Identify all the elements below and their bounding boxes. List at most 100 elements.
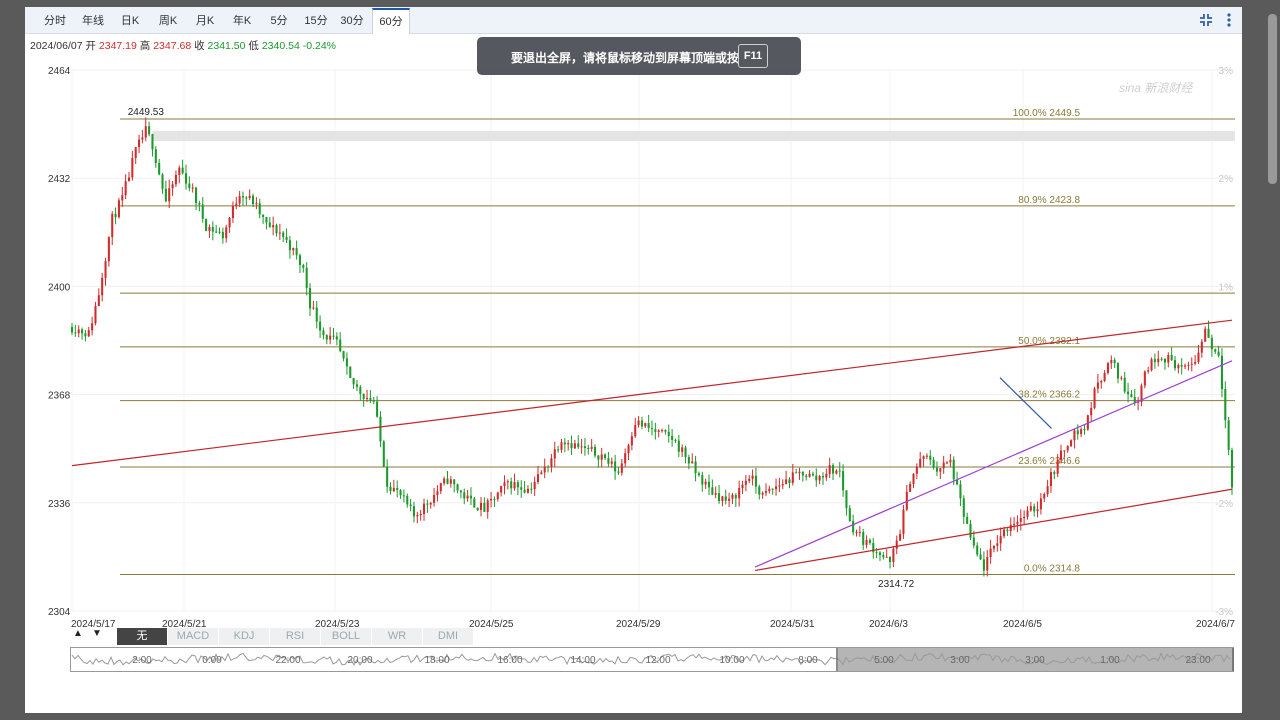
range-navigator[interactable]: 2:00 0:00 22:00 20:00 18:00 16:00 14:00 12:00 10… <box>70 647 1235 673</box>
candle-226 <box>828 457 831 479</box>
pct-tick-label-4: -3% <box>1215 607 1233 618</box>
indicator-6[interactable]: DMI <box>423 628 474 645</box>
candle-29 <box>168 179 171 209</box>
candle-161 <box>610 457 613 468</box>
candle-34 <box>184 164 188 190</box>
indicator-2[interactable]: KDJ <box>219 628 270 645</box>
navigator-time-label-4: 18:00 <box>424 655 449 666</box>
candle-14 <box>117 197 120 219</box>
candle-178 <box>667 424 670 443</box>
tab-5[interactable]: 年K <box>225 9 259 33</box>
candle-225 <box>825 468 828 481</box>
candle-206 <box>761 491 764 499</box>
candle-117 <box>463 488 466 505</box>
candle-102 <box>412 501 416 523</box>
candle-130 <box>506 479 509 490</box>
candle-18 <box>131 150 134 181</box>
candle-121 <box>476 507 479 511</box>
candle-216 <box>795 468 798 474</box>
candle-223 <box>818 474 821 485</box>
candle-331 <box>1180 358 1183 375</box>
indicator-1[interactable]: MACD <box>168 628 219 645</box>
candle-334 <box>1190 357 1193 372</box>
tab-3[interactable]: 周K <box>151 9 185 33</box>
candle-314 <box>1123 371 1126 394</box>
pct-tick-label-3: -2% <box>1215 499 1233 510</box>
compress-icon[interactable] <box>1197 11 1215 29</box>
candle-251 <box>912 473 915 489</box>
candle-246 <box>895 535 898 555</box>
arrow-down-icon[interactable]: ▼ <box>92 628 102 639</box>
tab-1[interactable]: 年线 <box>75 9 111 33</box>
indicator-3[interactable]: RSI <box>270 628 321 645</box>
candle-221 <box>811 471 814 477</box>
candle-298 <box>1070 439 1073 447</box>
candle-3 <box>81 327 84 340</box>
candle-316 <box>1130 389 1133 398</box>
candle-75 <box>322 327 325 340</box>
candle-23 <box>148 121 151 137</box>
arrow-up-icon[interactable]: ▲ <box>73 628 83 639</box>
tab-7[interactable]: 15分 <box>299 9 333 33</box>
candle-190 <box>707 474 711 496</box>
candle-36 <box>191 183 194 193</box>
candle-194 <box>721 495 724 507</box>
candle-126 <box>493 496 496 507</box>
candle-250 <box>909 481 912 493</box>
candle-127 <box>496 491 499 502</box>
candle-112 <box>446 471 449 485</box>
candle-181 <box>677 434 680 458</box>
candle-210 <box>775 478 778 496</box>
page-scrollbar[interactable] <box>1268 14 1277 184</box>
candle-118 <box>466 489 469 502</box>
more-vertical-icon[interactable] <box>1220 11 1238 29</box>
candle-68 <box>298 253 302 274</box>
candle-227 <box>832 463 835 481</box>
candle-84 <box>352 378 355 389</box>
indicator-5[interactable]: WR <box>372 628 423 645</box>
candle-95 <box>389 482 392 495</box>
candle-65 <box>288 236 291 259</box>
candle-193 <box>718 484 721 504</box>
candle-188 <box>701 471 704 492</box>
indicator-4[interactable]: BOLL <box>321 628 372 645</box>
candle-154 <box>587 444 590 455</box>
tab-0[interactable]: 分时 <box>37 9 73 33</box>
candle-266 <box>962 495 965 525</box>
candle-140 <box>540 470 543 475</box>
tab-8[interactable]: 30分 <box>335 9 369 33</box>
candle-81 <box>342 350 345 362</box>
candle-41 <box>208 224 211 239</box>
candle-257 <box>932 456 935 470</box>
candle-285 <box>1026 506 1029 520</box>
tab-2[interactable]: 日K <box>113 9 147 33</box>
candle-305 <box>1093 386 1096 410</box>
candle-254 <box>922 455 925 467</box>
candle-47 <box>228 216 231 233</box>
period-tab-bar: 分时 年线 日K 周K 月K 年K 5分 15分 30分 60分 <box>25 7 1242 34</box>
candle-319 <box>1140 383 1143 407</box>
candle-249 <box>905 485 908 512</box>
candle-105 <box>422 498 426 521</box>
candle-129 <box>503 475 506 495</box>
candle-277 <box>999 527 1002 551</box>
candle-228 <box>835 469 838 475</box>
candle-324 <box>1157 350 1160 367</box>
candle-57 <box>262 214 265 224</box>
candle-93 <box>382 440 385 468</box>
candle-108 <box>433 487 436 507</box>
candle-180 <box>674 438 677 443</box>
candle-220 <box>808 470 811 478</box>
candle-5 <box>87 326 90 338</box>
candlestick-chart[interactable]: 100.0% 2449.580.9% 2423.850.0% 2382.138.… <box>25 47 1242 635</box>
tab-6[interactable]: 5分 <box>264 9 294 33</box>
tab-4[interactable]: 月K <box>188 9 222 33</box>
candle-239 <box>872 537 875 559</box>
candle-202 <box>748 475 751 484</box>
candle-77 <box>329 327 332 345</box>
indicator-0[interactable]: 无 <box>117 628 168 645</box>
candle-66 <box>292 247 295 256</box>
candle-50 <box>238 190 241 208</box>
tab-9[interactable]: 60分 <box>372 8 410 34</box>
y-tick-label-2: 2400 <box>48 282 71 293</box>
